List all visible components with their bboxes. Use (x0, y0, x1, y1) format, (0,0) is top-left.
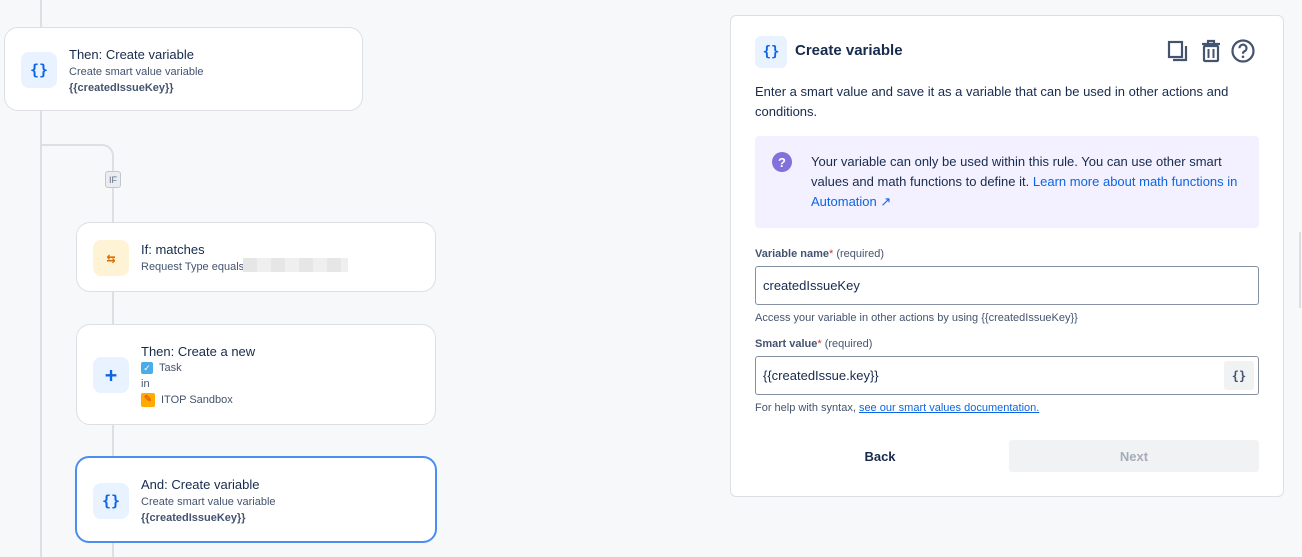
project-icon: ✎ (141, 393, 155, 407)
question-icon: ? (772, 152, 792, 172)
info-box: ? Your variable can only be used within … (755, 136, 1259, 228)
flow-connector (112, 542, 114, 557)
branch-icon: ⇆ (93, 240, 129, 276)
card-variable: {{createdIssueKey}} (69, 82, 174, 94)
plus-icon: + (93, 357, 129, 393)
card-then-create-variable[interactable]: {} Then: Create variable Create smart va… (4, 27, 363, 111)
in-label: in (141, 378, 150, 390)
card-subtitle: Create smart value variable (69, 66, 204, 78)
card-title: Then: Create a new (141, 344, 256, 359)
if-badge: IF (105, 171, 121, 188)
flow-connector (112, 291, 114, 324)
smart-value-picker-button[interactable]: {} (1224, 361, 1254, 390)
task-icon: ✓ (141, 362, 153, 375)
smart-values-doc-link[interactable]: see our smart values documentation. (859, 402, 1039, 414)
smart-value-label: Smart value* (required) (755, 338, 873, 350)
panel-title: Create variable (795, 42, 903, 59)
card-title: Then: Create variable (69, 47, 195, 62)
variable-name-input[interactable]: createdIssueKey (755, 266, 1259, 305)
issue-type: ✓ Task (141, 362, 182, 375)
card-variable: {{createdIssueKey}} (141, 512, 246, 524)
smart-value-help: For help with syntax, see our smart valu… (755, 402, 1040, 414)
scrollbar[interactable] (1299, 232, 1301, 308)
card-and-create-variable[interactable]: {} And: Create variable Create smart val… (75, 456, 437, 543)
card-title: And: Create variable (141, 477, 260, 492)
copy-icon[interactable] (1165, 38, 1191, 64)
braces-icon: {} (21, 52, 57, 88)
variable-name-label: Variable name* (required) (755, 248, 885, 260)
panel-description: Enter a smart value and save it as a var… (755, 84, 1229, 119)
card-subtitle: Create smart value variable (141, 496, 276, 508)
next-button[interactable]: Next (1009, 440, 1259, 472)
flow-connector (112, 188, 114, 222)
automation-canvas: IF {} Then: Create variable Create smart… (0, 0, 720, 557)
create-variable-panel: {} Create variable Enter a smart value a… (730, 15, 1284, 497)
card-if-matches[interactable]: ⇆ If: matches Request Type equals (76, 222, 436, 292)
flow-connector (41, 144, 114, 174)
redacted-value (243, 258, 348, 272)
card-title: If: matches (141, 242, 205, 257)
braces-icon: {} (755, 36, 787, 68)
card-create-issue[interactable]: + Then: Create a new ✓ Task in ✎ ITOP Sand… (76, 324, 436, 425)
flow-connector (112, 424, 114, 457)
back-button[interactable]: Back (755, 440, 1005, 472)
smart-value-input[interactable]: {{createdIssue.key}} {} (755, 356, 1259, 395)
variable-name-help: Access your variable in other actions by… (755, 312, 1078, 324)
help-icon[interactable] (1230, 38, 1256, 64)
info-text: Your variable can only be used within th… (811, 154, 1238, 209)
trash-icon[interactable] (1198, 38, 1224, 64)
card-subtitle: Request Type equals (141, 261, 245, 273)
braces-icon: {} (93, 483, 129, 519)
project: ✎ ITOP Sandbox (141, 393, 233, 407)
